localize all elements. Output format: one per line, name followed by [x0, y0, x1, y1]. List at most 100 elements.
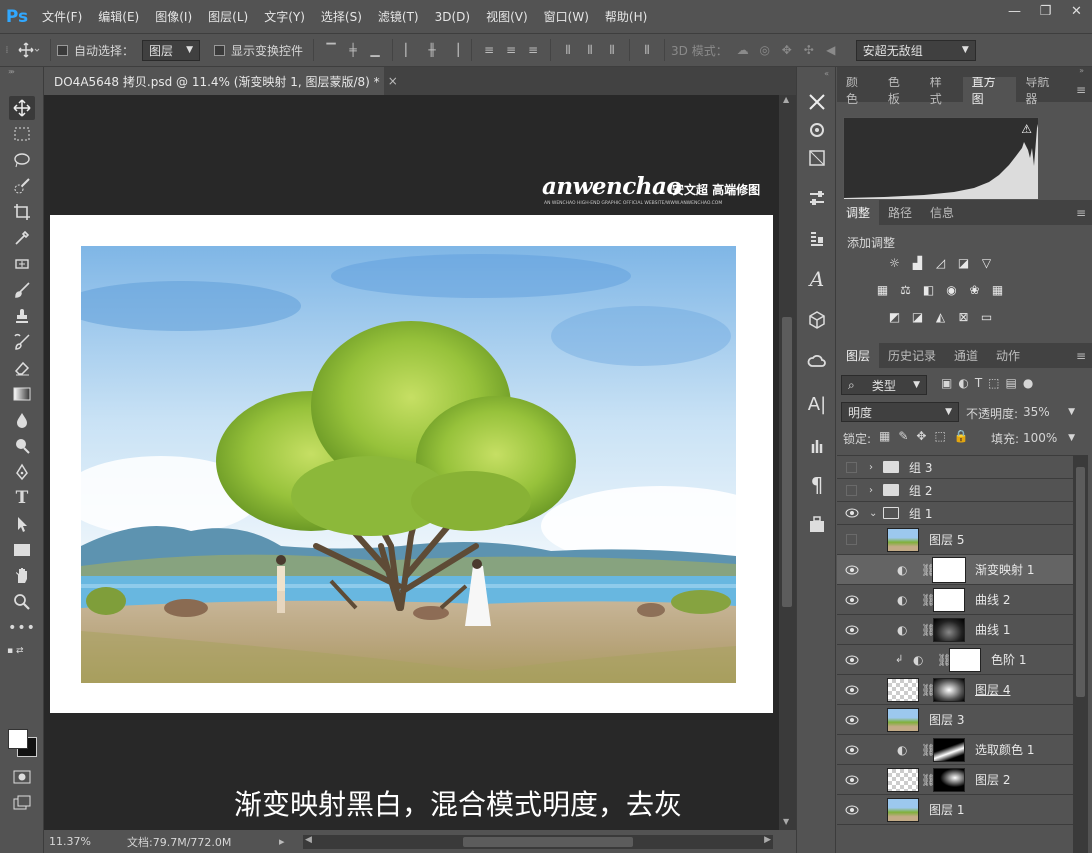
close-tab-icon[interactable]: × — [388, 74, 398, 88]
threshold-icon[interactable]: ◭ — [932, 309, 949, 324]
tab-paths[interactable]: 路径 — [879, 200, 921, 225]
healing-brush-tool-icon[interactable] — [9, 252, 35, 276]
menu-3d[interactable]: 3D(D) — [427, 10, 478, 24]
fill-field[interactable]: 100% ▼ — [1023, 428, 1075, 448]
layer-row-group1[interactable]: ⌄ 组 1 — [837, 502, 1073, 525]
layer-row-levels1[interactable]: ↲ ◐ ⛓ 色阶 1 — [837, 645, 1073, 675]
pen-tool-icon[interactable] — [9, 460, 35, 484]
black-white-icon[interactable]: ◧ — [920, 282, 937, 297]
3d-rotate-icon[interactable]: ☁ — [732, 39, 754, 61]
tab-channels[interactable]: 通道 — [945, 343, 987, 368]
chevron-right-icon[interactable]: › — [869, 462, 873, 473]
opacity-field[interactable]: 35% ▼ — [1023, 402, 1075, 422]
eye-icon[interactable] — [845, 565, 859, 575]
collapse-icon[interactable]: « — [824, 69, 829, 78]
visibility-toggle-off[interactable] — [846, 534, 857, 545]
menu-select[interactable]: 选择(S) — [313, 8, 370, 25]
layer-row-layer4[interactable]: ⛓ 图层 4 — [837, 675, 1073, 705]
filter-type-icon[interactable]: T — [975, 376, 982, 390]
eye-icon[interactable] — [845, 775, 859, 785]
layer-row-layer5[interactable]: 图层 5 — [837, 525, 1073, 555]
hand-tool-icon[interactable] — [9, 564, 35, 588]
scroll-left-icon[interactable]: ◀ — [305, 835, 312, 845]
blend-mode-dropdown[interactable]: 明度 ▼ — [841, 402, 959, 422]
brushes-icon[interactable] — [805, 433, 829, 457]
screen-mode-icon[interactable] — [9, 791, 35, 815]
align-right-icon[interactable]: ▕ — [443, 39, 465, 61]
tab-layers[interactable]: 图层 — [837, 343, 880, 368]
filter-adjustment-icon[interactable]: ◐ — [958, 376, 968, 390]
close-window-button[interactable]: ✕ — [1061, 0, 1092, 22]
clone-source-icon[interactable] — [805, 146, 829, 170]
properties-icon[interactable] — [805, 186, 829, 210]
scroll-right-icon[interactable]: ▶ — [764, 835, 771, 845]
auto-select-checkbox[interactable] — [57, 44, 68, 56]
filter-smart-icon[interactable]: ▤ — [1006, 376, 1017, 390]
quick-select-tool-icon[interactable] — [9, 174, 35, 198]
align-left-icon[interactable]: ▏ — [399, 39, 421, 61]
distribute-bottom-icon[interactable]: ≡ — [522, 39, 544, 61]
eye-icon[interactable] — [845, 715, 859, 725]
paragraph-styles-icon[interactable]: A| — [805, 392, 829, 416]
menu-layer[interactable]: 图层(L) — [200, 8, 256, 25]
panel-menu-icon[interactable]: ≡ — [1070, 77, 1092, 102]
menu-edit[interactable]: 编辑(E) — [90, 8, 147, 25]
align-vcenter-icon[interactable]: ╪ — [342, 39, 364, 61]
layer-row-layer3[interactable]: 图层 3 — [837, 705, 1073, 735]
channel-mixer-icon[interactable]: ❀ — [966, 282, 983, 297]
menu-window[interactable]: 窗口(W) — [536, 8, 597, 25]
tab-navigator[interactable]: 导航器 — [1016, 75, 1070, 106]
rectangle-tool-icon[interactable] — [9, 538, 35, 562]
align-bottom-icon[interactable]: ▁ — [364, 39, 386, 61]
menu-help[interactable]: 帮助(H) — [597, 8, 655, 25]
canvas-area[interactable]: anwenchao 安文超 高端修图 AN WENCHAO HIGH-END G… — [44, 95, 779, 830]
posterize-icon[interactable]: ◪ — [909, 309, 926, 324]
brush-tool-icon[interactable] — [9, 278, 35, 302]
layer-filter-dropdown[interactable]: ⌕ 类型 ▼ — [841, 375, 927, 395]
menu-image[interactable]: 图像(I) — [147, 8, 200, 25]
status-menu-icon[interactable]: ▸ — [279, 835, 293, 848]
distribute-vcenter-icon[interactable]: ≡ — [500, 39, 522, 61]
show-transform-checkbox[interactable] — [214, 44, 226, 56]
tab-histogram[interactable]: 直方图 — [962, 75, 1017, 106]
vertical-scroll-thumb[interactable] — [782, 317, 792, 607]
type-tool-icon[interactable]: T — [9, 486, 35, 510]
blur-tool-icon[interactable] — [9, 408, 35, 432]
more-tools-icon[interactable]: ••• — [8, 616, 35, 640]
distribute-top-icon[interactable]: ≡ — [478, 39, 500, 61]
layer-row-gradient-map[interactable]: ◐ ⛓ 渐变映射 1 — [837, 555, 1073, 585]
libraries-icon[interactable] — [805, 350, 829, 374]
3d-icon[interactable] — [805, 308, 829, 332]
chevron-right-icon[interactable]: › — [869, 485, 873, 496]
layer-row-selective-color[interactable]: ◐ ⛓ 选取颜色 1 — [837, 735, 1073, 765]
horizontal-scrollbar[interactable]: ◀ ▶ — [303, 834, 773, 849]
horizontal-scroll-thumb[interactable] — [463, 836, 633, 847]
hue-saturation-icon[interactable]: ▦ — [874, 282, 891, 297]
path-select-tool-icon[interactable] — [9, 512, 35, 536]
layer-row-curves1[interactable]: ◐ ⛓ 曲线 1 — [837, 615, 1073, 645]
paragraph-icon[interactable]: ¶ — [805, 473, 829, 497]
tab-actions[interactable]: 动作 — [987, 343, 1029, 368]
color-lookup-icon[interactable]: ▦ — [989, 282, 1006, 297]
color-balance-icon[interactable]: ⚖ — [897, 282, 914, 297]
3d-roll-icon[interactable]: ◎ — [754, 39, 776, 61]
tab-styles[interactable]: 样式 — [921, 75, 963, 106]
photo-filter-icon[interactable]: ◉ — [943, 282, 960, 297]
auto-select-dropdown[interactable]: 图层 ▼ — [142, 39, 201, 61]
3d-pan-icon[interactable]: ✥ — [776, 39, 798, 61]
chevron-down-icon[interactable]: ⌄ — [869, 508, 877, 519]
brush-settings-icon[interactable] — [805, 118, 829, 142]
filter-shape-icon[interactable]: ⬚ — [988, 376, 999, 390]
zoom-level[interactable]: 11.37% — [44, 835, 124, 848]
eraser-tool-icon[interactable] — [9, 356, 35, 380]
move-tool-preset-icon[interactable] — [14, 39, 44, 61]
lock-transparent-icon[interactable]: ▦ — [879, 429, 890, 443]
3d-scale-icon[interactable]: ◀ — [820, 39, 842, 61]
visibility-toggle-off[interactable] — [846, 484, 857, 496]
eye-icon[interactable] — [845, 625, 859, 635]
brightness-icon[interactable]: ☼ — [886, 255, 903, 270]
crop-tool-icon[interactable] — [9, 200, 35, 224]
collapse-icon[interactable]: » — [10, 67, 30, 76]
history-brush-tool-icon[interactable] — [9, 330, 35, 354]
lock-position-icon[interactable]: ✥ — [916, 429, 926, 443]
